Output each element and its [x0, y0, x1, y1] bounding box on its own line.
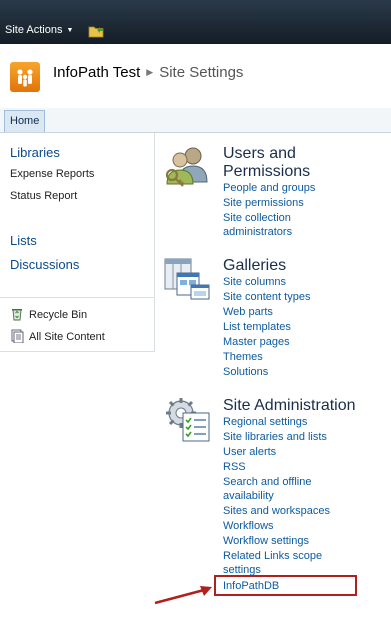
- link-user-alerts[interactable]: User alerts: [223, 446, 276, 459]
- link-solutions[interactable]: Solutions: [223, 366, 268, 379]
- galleries-heading: Galleries: [223, 257, 287, 274]
- all-site-content-icon: [11, 329, 24, 343]
- nav-item-expense-reports[interactable]: Expense Reports: [10, 168, 94, 180]
- ribbon-top-bar: [0, 0, 391, 44]
- link-site-collection-administrators[interactable]: Site collection: [223, 212, 291, 225]
- link-web-parts[interactable]: Web parts: [223, 306, 273, 319]
- users-permissions-heading-line2: Permissions: [223, 163, 311, 180]
- breadcrumb-arrow-icon: ▶: [146, 67, 154, 77]
- top-nav-bar: [0, 108, 391, 133]
- link-site-libraries-and-lists[interactable]: Site libraries and lists: [223, 431, 327, 444]
- users-icon: [165, 147, 208, 187]
- nav-libraries[interactable]: Libraries: [10, 145, 60, 160]
- highlight-box: [214, 575, 357, 596]
- site-actions-menu[interactable]: Site Actions ▼: [5, 24, 73, 36]
- recycle-bin-icon: [12, 309, 22, 321]
- breadcrumb: InfoPath Test ▶ Site Settings: [53, 64, 243, 81]
- link-list-templates[interactable]: List templates: [223, 321, 291, 334]
- site-logo-icon[interactable]: [10, 62, 40, 92]
- nav-lists[interactable]: Lists: [10, 233, 37, 248]
- page-title: Site Settings: [159, 64, 244, 81]
- link-regional-settings[interactable]: Regional settings: [223, 416, 307, 429]
- site-actions-label: Site Actions: [5, 24, 63, 36]
- link-related-links-scope-settings[interactable]: Related Links scope: [223, 550, 322, 563]
- chevron-down-icon: ▼: [66, 27, 74, 34]
- link-rss[interactable]: RSS: [223, 461, 246, 474]
- arrow-icon: [154, 586, 212, 605]
- recycle-bin-label: Recycle Bin: [29, 309, 88, 321]
- users-permissions-heading-line1: Users and: [223, 145, 296, 162]
- link-site-permissions[interactable]: Site permissions: [223, 197, 304, 210]
- site-admin-icon: [166, 398, 210, 442]
- site-administration-heading: Site Administration: [223, 397, 356, 414]
- link-workflows[interactable]: Workflows: [223, 520, 274, 533]
- link-site-content-types[interactable]: Site content types: [223, 291, 310, 304]
- link-search-and-offline-availability[interactable]: Search and offline: [223, 476, 311, 489]
- nav-recycle-bin[interactable]: Recycle Bin: [10, 307, 87, 321]
- galleries-icon: [164, 258, 210, 300]
- link-themes[interactable]: Themes: [223, 351, 263, 364]
- link-people-and-groups[interactable]: People and groups: [223, 182, 315, 195]
- nav-divider: [0, 297, 154, 298]
- all-site-content-label: All Site Content: [29, 331, 105, 343]
- link-site-columns[interactable]: Site columns: [223, 276, 286, 289]
- tab-home[interactable]: Home: [4, 110, 46, 132]
- nav-all-site-content[interactable]: All Site Content: [10, 329, 105, 343]
- nav-discussions[interactable]: Discussions: [10, 257, 79, 272]
- link-sites-and-workspaces[interactable]: Sites and workspaces: [223, 505, 330, 518]
- folder-icon[interactable]: [88, 24, 104, 38]
- site-name-link[interactable]: InfoPath Test: [53, 64, 140, 81]
- link-workflow-settings[interactable]: Workflow settings: [223, 535, 309, 548]
- link-master-pages[interactable]: Master pages: [223, 336, 290, 349]
- link-search-and-offline-availability-line2[interactable]: availability: [223, 490, 274, 503]
- link-site-collection-administrators-line2[interactable]: administrators: [223, 226, 292, 239]
- nav-item-status-report[interactable]: Status Report: [10, 190, 77, 202]
